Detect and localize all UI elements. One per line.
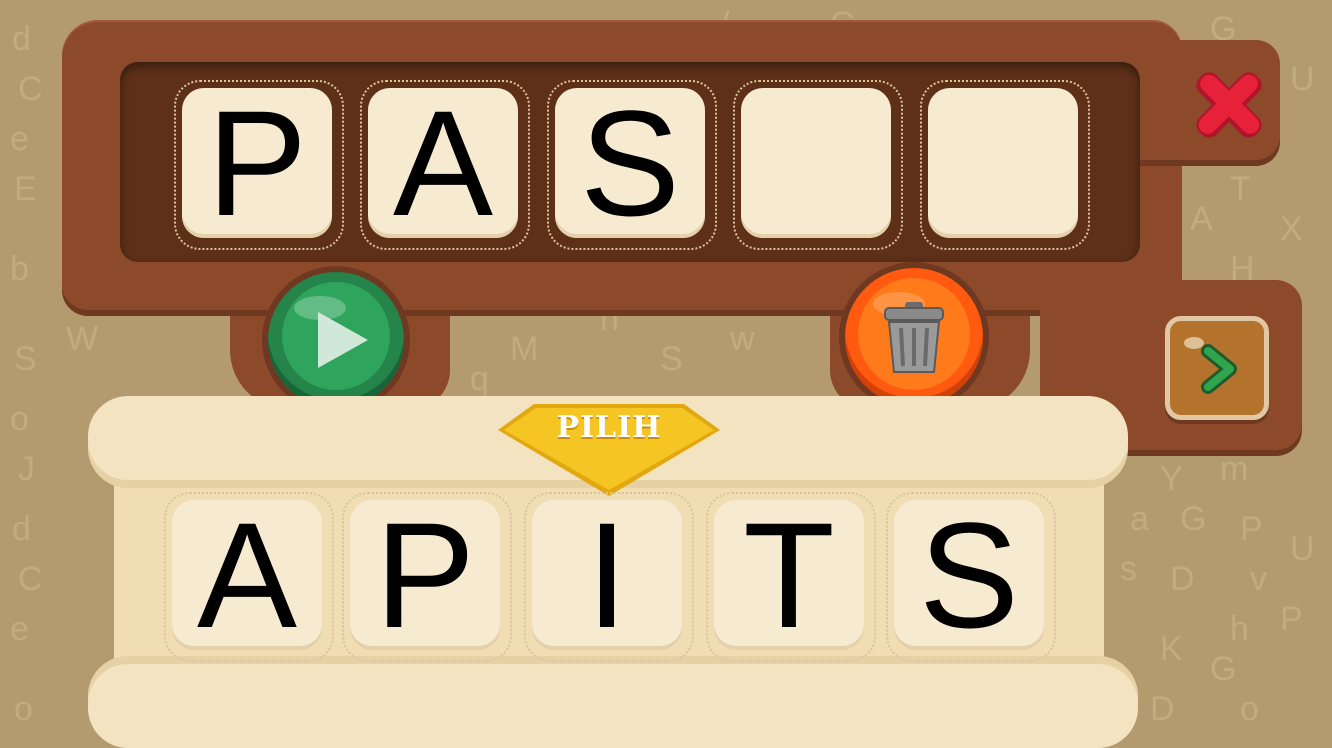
choice-tile[interactable]: S	[894, 500, 1044, 650]
next-button[interactable]	[1165, 316, 1269, 420]
choice-tile-letter: I	[586, 491, 628, 659]
close-button[interactable]	[1184, 60, 1274, 150]
answer-slot[interactable]	[741, 88, 891, 238]
choice-tile[interactable]: A	[172, 500, 322, 650]
answer-slot[interactable]: S	[555, 88, 705, 238]
choice-tile-letter: P	[374, 491, 476, 659]
choice-tile-letter: S	[918, 491, 1020, 659]
delete-button[interactable]	[845, 268, 983, 406]
choice-tile[interactable]: T	[714, 500, 864, 650]
play-button[interactable]	[268, 272, 404, 408]
answer-slot-letter: P	[206, 79, 308, 247]
choice-tile[interactable]: P	[350, 500, 500, 650]
answer-slot[interactable]	[928, 88, 1078, 238]
choose-label: PILIH	[556, 410, 662, 445]
answer-slot[interactable]: P	[182, 88, 332, 238]
choice-tile[interactable]: I	[532, 500, 682, 650]
play-icon	[282, 282, 390, 390]
choice-tile-letter: T	[743, 491, 835, 659]
answer-slot[interactable]: A	[368, 88, 518, 238]
trash-icon	[858, 278, 970, 390]
chevron-right-icon	[1184, 337, 1237, 394]
scroll-bottom-roll	[88, 656, 1138, 748]
answer-slot-letter: A	[392, 79, 494, 247]
answer-slot-letter: S	[579, 79, 681, 247]
close-icon	[1196, 72, 1262, 138]
choice-tile-letter: A	[196, 491, 298, 659]
